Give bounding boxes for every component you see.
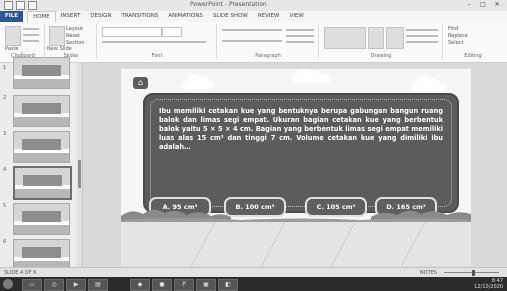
tab-view[interactable]: VIEW (284, 11, 308, 22)
align-text-button[interactable] (286, 35, 314, 37)
font-size-select[interactable] (162, 27, 182, 37)
thumbnail-number: 1 (3, 65, 7, 71)
clipboard-group: Paste Clipboard (2, 24, 45, 59)
thumbnail-number: 5 (3, 203, 7, 209)
find-button[interactable]: Find (448, 26, 458, 32)
zoom-slider-thumb[interactable] (472, 270, 475, 276)
font-name-select[interactable] (102, 27, 162, 37)
new-slide-label: New Slide (47, 46, 72, 52)
app-icon[interactable]: ▣ (196, 279, 216, 291)
section-button[interactable]: Section (66, 40, 85, 46)
slide-editor-area: ⌂ Ibu memiliki cetakan kue yang bentukny… (83, 63, 507, 267)
font-group-label: Font (151, 53, 163, 59)
tab-animations[interactable]: ANIMATIONS (163, 11, 208, 22)
folder-icon[interactable]: ▤ (88, 279, 108, 291)
shape-outline-button[interactable] (406, 35, 438, 37)
window-title: PowerPoint - Presentation (190, 1, 267, 8)
slide-thumbnail[interactable] (13, 57, 70, 89)
shape-fill-button[interactable] (406, 29, 438, 31)
tab-home[interactable]: HOME (27, 10, 56, 23)
paragraph-group: Paragraph (218, 24, 319, 59)
powerpoint-window: PowerPoint - Presentation – □ ✕ FILE HOM… (0, 0, 507, 291)
shapes-gallery[interactable] (324, 27, 366, 49)
home-icon[interactable]: ⌂ (133, 77, 148, 89)
current-slide[interactable]: ⌂ Ibu memiliki cetakan kue yang bentukny… (121, 69, 471, 266)
quick-access-toolbar (4, 1, 37, 10)
cut-button[interactable] (23, 28, 39, 30)
undo-icon[interactable] (16, 1, 25, 10)
thumbnail-number: 4 (3, 167, 7, 173)
windows-taskbar: ▭ ◎ ▶ ▤ ◆ ● P ▣ ◧ 8:47 12/10/2020 (0, 277, 507, 291)
window-controls: – □ ✕ (463, 0, 503, 9)
paste-icon[interactable] (5, 26, 21, 46)
cloud-decoration (411, 76, 447, 91)
paste-label: Paste (5, 46, 19, 52)
tab-review[interactable]: REVIEW (253, 11, 285, 22)
tab-slide-show[interactable]: SLIDE SHOW (208, 11, 253, 22)
convert-smartart-button[interactable] (286, 41, 314, 43)
slide-thumbnail-pane: 1 2 3 4 5 6 (0, 57, 83, 271)
slide-thumbnail[interactable] (13, 95, 70, 127)
app-icon[interactable]: ● (152, 279, 172, 291)
close-button[interactable]: ✕ (491, 0, 503, 9)
tab-transitions[interactable]: TRANSITIONS (116, 11, 163, 22)
reset-button[interactable]: Reset (66, 33, 80, 39)
browser-icon[interactable]: ◎ (44, 279, 64, 291)
tab-file[interactable]: FILE (0, 11, 24, 22)
question-board: Ibu memiliki cetakan kue yang bentuknya … (143, 93, 459, 213)
cloud-decoration (291, 69, 331, 83)
replace-button[interactable]: Replace (448, 33, 468, 39)
powerpoint-icon[interactable]: P (174, 279, 194, 291)
floor-tiles (121, 222, 471, 266)
explorer-icon[interactable]: ▭ (22, 279, 42, 291)
slides-group: New Slide Layout Reset Section Slides (46, 24, 97, 59)
shape-effects-button[interactable] (406, 41, 438, 43)
ribbon: Paste Clipboard New Slide Layout Reset S… (0, 22, 507, 63)
select-button[interactable]: Select (448, 40, 463, 46)
app-icon[interactable]: ◧ (218, 279, 238, 291)
app-icon[interactable]: ◆ (130, 279, 150, 291)
new-slide-icon[interactable] (49, 26, 65, 46)
align-buttons[interactable] (222, 40, 282, 42)
question-text: Ibu memiliki cetakan kue yang bentuknya … (159, 107, 443, 152)
list-buttons[interactable] (222, 29, 282, 31)
save-icon[interactable] (4, 1, 13, 10)
maximize-button[interactable]: □ (477, 0, 489, 9)
drawing-group: Drawing (320, 24, 443, 59)
slide-counter: SLIDE 4 OF 6 (4, 270, 37, 276)
clock-date: 12/10/2020 (474, 284, 503, 290)
scrollbar-thumb[interactable] (78, 160, 81, 188)
system-tray-clock[interactable]: 8:47 12/10/2020 (474, 278, 503, 290)
layout-button[interactable]: Layout (66, 26, 83, 32)
editing-group-label: Editing (464, 53, 482, 59)
quick-styles-button[interactable] (386, 27, 404, 49)
start-button[interactable] (3, 279, 13, 289)
text-direction-button[interactable] (286, 29, 314, 31)
tab-insert[interactable]: INSERT (56, 11, 85, 22)
font-group: Font (98, 24, 217, 59)
slide-thumbnail-selected[interactable] (13, 166, 72, 200)
thumbnail-number: 3 (3, 131, 7, 137)
drawing-group-label: Drawing (370, 53, 392, 59)
cloud-decoration (181, 74, 215, 89)
minimize-button[interactable]: – (463, 0, 475, 9)
thumbnail-scrollbar[interactable] (77, 63, 82, 267)
format-painter-button[interactable] (23, 40, 39, 42)
thumbnail-number: 2 (3, 95, 7, 101)
arrange-button[interactable] (368, 27, 384, 49)
slide-thumbnail[interactable] (13, 203, 70, 235)
paragraph-group-label: Paragraph (255, 53, 281, 59)
copy-button[interactable] (23, 34, 39, 36)
notes-button[interactable]: NOTES (420, 270, 437, 276)
tab-design[interactable]: DESIGN (85, 11, 116, 22)
redo-icon[interactable] (28, 1, 37, 10)
font-format-buttons[interactable] (102, 41, 206, 43)
media-icon[interactable]: ▶ (66, 279, 86, 291)
slide-thumbnail[interactable] (13, 131, 70, 163)
editing-group: Find Replace Select Editing (444, 24, 502, 59)
thumbnail-number: 6 (3, 239, 7, 245)
